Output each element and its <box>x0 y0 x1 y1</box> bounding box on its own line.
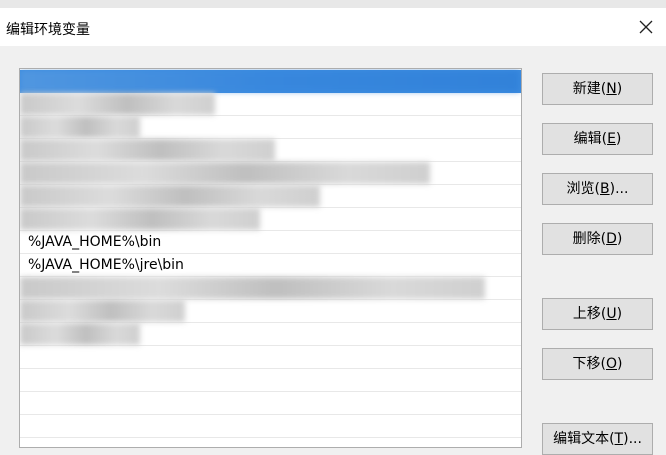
redacted-text <box>20 116 140 138</box>
button-label-suffix: ) <box>617 356 623 372</box>
edit-button[interactable]: 编辑(E) <box>542 123 653 155</box>
list-item[interactable] <box>20 139 521 162</box>
list-item[interactable] <box>20 93 521 116</box>
list-item[interactable] <box>20 346 521 369</box>
button-label: 删除( <box>572 231 607 247</box>
redacted-text <box>20 277 485 299</box>
button-access-key: O <box>605 356 618 372</box>
list-item[interactable]: %JAVA_HOME%\bin <box>20 231 521 254</box>
list-item[interactable] <box>20 162 521 185</box>
button-label-suffix: ) <box>616 81 623 97</box>
list-item[interactable] <box>20 185 521 208</box>
path-list[interactable]: %JAVA_HOME%\bin %JAVA_HOME%\jre\bin <box>19 68 522 448</box>
new-button[interactable]: 新建(N) <box>542 73 653 105</box>
list-item[interactable] <box>20 208 521 231</box>
list-item-text: %JAVA_HOME%\bin <box>28 234 162 250</box>
button-access-key: B <box>600 181 610 197</box>
button-label: 新建( <box>572 81 607 97</box>
redacted-text <box>20 93 215 115</box>
button-label-suffix: ) <box>616 306 623 322</box>
button-label-suffix: )... <box>623 431 642 447</box>
redacted-text <box>20 323 140 345</box>
button-label: 上移( <box>572 306 607 322</box>
browse-button[interactable]: 浏览(B)... <box>542 173 653 205</box>
redacted-text <box>20 162 430 184</box>
button-label: 下移( <box>572 356 606 372</box>
button-label-suffix: ) <box>616 231 623 247</box>
button-label-suffix: ) <box>615 131 622 147</box>
redacted-text <box>20 185 320 207</box>
button-label: 浏览( <box>566 181 601 197</box>
window-title: 编辑环境变量 <box>6 22 90 38</box>
close-button[interactable] <box>630 11 662 43</box>
button-access-key: E <box>607 131 616 147</box>
move-up-button[interactable]: 上移(U) <box>542 298 653 330</box>
redacted-text <box>20 208 260 230</box>
button-access-key: T <box>614 431 624 447</box>
move-down-button[interactable]: 下移(O) <box>542 348 653 380</box>
list-item[interactable] <box>20 415 521 438</box>
list-item[interactable]: %JAVA_HOME%\jre\bin <box>20 254 521 277</box>
redacted-text <box>20 139 275 161</box>
redacted-text <box>20 300 185 322</box>
list-item[interactable] <box>20 116 521 139</box>
button-access-key: N <box>606 81 617 97</box>
list-item[interactable] <box>20 277 521 300</box>
close-icon <box>639 20 653 34</box>
button-label: 编辑文本( <box>553 431 615 447</box>
list-item[interactable] <box>20 369 521 392</box>
title-bar: 编辑环境变量 <box>0 8 666 46</box>
button-label: 编辑( <box>573 131 608 147</box>
list-item-text: %JAVA_HOME%\jre\bin <box>28 257 184 273</box>
list-item[interactable] <box>20 70 521 93</box>
list-item[interactable] <box>20 392 521 415</box>
list-item[interactable] <box>20 323 521 346</box>
window-top-strip <box>0 0 666 8</box>
list-item[interactable] <box>20 300 521 323</box>
button-label-suffix: )... <box>609 181 629 197</box>
edit-text-button[interactable]: 编辑文本(T)... <box>542 423 653 455</box>
button-access-key: D <box>606 231 617 247</box>
delete-button[interactable]: 删除(D) <box>542 223 653 255</box>
button-access-key: U <box>606 306 617 322</box>
redacted-text <box>20 70 520 92</box>
